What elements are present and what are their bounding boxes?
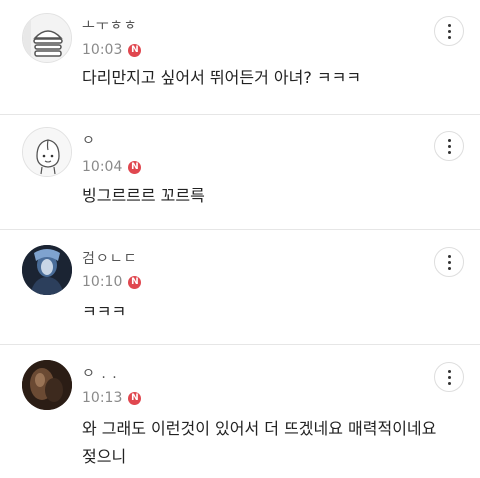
vertical-ellipsis-icon xyxy=(447,254,451,270)
vertical-ellipsis-icon xyxy=(447,138,451,154)
comment-list: ㅗㅜㅎㅎ 10:03 N 다리만지고 싶어서 뛰어든거 아녀? ㅋㅋㅋ ㅇ 10… xyxy=(0,0,480,478)
vertical-ellipsis-icon xyxy=(447,23,451,39)
brown-photo-avatar-image xyxy=(22,360,72,410)
comment-author[interactable]: 검ㅇㄴㄷ xyxy=(82,248,138,268)
comment-meta: 10:03 N xyxy=(82,42,142,58)
new-badge: N xyxy=(128,43,142,57)
comment-text: 와 그래도 이런것이 있어서 더 뜨겠네요 매력적이네요 젖으니 xyxy=(82,419,437,466)
dark-photo-avatar-image xyxy=(22,245,72,295)
comment-author[interactable]: ㅇ . . xyxy=(82,363,118,383)
comment-time: 10:03 xyxy=(82,42,123,58)
more-options-button[interactable] xyxy=(434,131,464,161)
avatar[interactable] xyxy=(22,127,72,177)
comment-author[interactable]: ㅇ xyxy=(82,130,96,150)
comment-meta: 10:04 N xyxy=(82,159,142,175)
comment-item: ㅇ 10:04 N 빙그르르르 꼬르륵 xyxy=(0,115,480,229)
avatar[interactable] xyxy=(22,13,72,63)
more-options-button[interactable] xyxy=(434,16,464,46)
avatar[interactable] xyxy=(22,245,72,295)
comment-time: 10:04 xyxy=(82,159,123,175)
comment-text: 다리만지고 싶어서 뛰어든거 아녀? ㅋㅋㅋ xyxy=(82,68,362,87)
comment-item: 검ㅇㄴㄷ 10:10 N ㅋㅋㅋ xyxy=(0,230,480,344)
more-options-button[interactable] xyxy=(434,247,464,277)
peach-character-avatar-image xyxy=(23,128,71,176)
comment-text: 빙그르르르 꼬르륵 xyxy=(82,186,205,205)
comment-author[interactable]: ㅗㅜㅎㅎ xyxy=(82,15,138,35)
comment-item: ㅇ . . 10:13 N 와 그래도 이런것이 있어서 더 뜨겠네요 매력적이… xyxy=(0,345,480,478)
new-badge: N xyxy=(128,391,142,405)
new-badge: N xyxy=(128,160,142,174)
comment-text: ㅋㅋㅋ xyxy=(82,302,127,321)
comment-item: ㅗㅜㅎㅎ 10:03 N 다리만지고 싶어서 뛰어든거 아녀? ㅋㅋㅋ xyxy=(0,0,480,115)
more-options-button[interactable] xyxy=(434,362,464,392)
comment-time: 10:10 xyxy=(82,274,123,290)
vertical-ellipsis-icon xyxy=(447,369,451,385)
avatar[interactable] xyxy=(22,360,72,410)
comment-meta: 10:13 N xyxy=(82,390,142,406)
comment-time: 10:13 xyxy=(82,390,123,406)
new-badge: N xyxy=(128,275,142,289)
comment-meta: 10:10 N xyxy=(82,274,142,290)
burger-avatar-image xyxy=(23,14,71,62)
